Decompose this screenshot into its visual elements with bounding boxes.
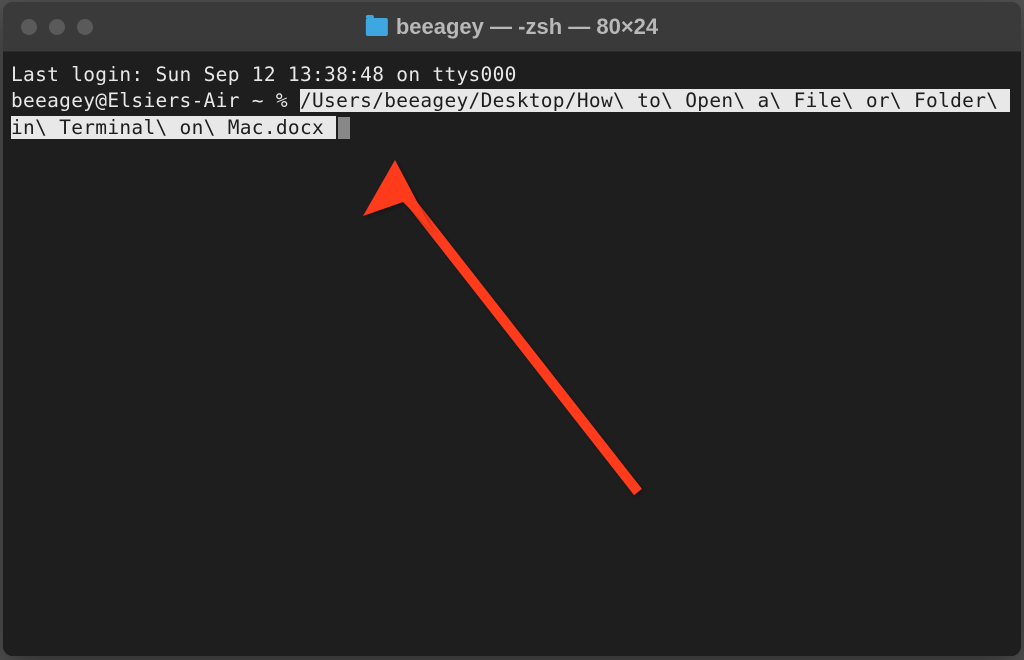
folder-icon <box>366 18 388 36</box>
terminal-body[interactable]: Last login: Sun Sep 12 13:38:48 on ttys0… <box>3 52 1021 656</box>
annotation-arrow <box>333 142 733 502</box>
window-title: beeagey — -zsh — 80×24 <box>396 14 658 40</box>
terminal-window: beeagey — -zsh — 80×24 Last login: Sun S… <box>3 2 1021 656</box>
prompt: beeagey@Elsiers-Air ~ % <box>11 89 300 112</box>
last-login-line: Last login: Sun Sep 12 13:38:48 on ttys0… <box>11 62 1013 88</box>
titlebar[interactable]: beeagey — -zsh — 80×24 <box>3 2 1021 52</box>
minimize-button[interactable] <box>49 19 65 35</box>
traffic-lights <box>3 19 93 35</box>
cursor <box>338 117 350 139</box>
title-center: beeagey — -zsh — 80×24 <box>366 14 658 40</box>
close-button[interactable] <box>21 19 37 35</box>
command-line: beeagey@Elsiers-Air ~ % /Users/beeagey/D… <box>11 88 1013 141</box>
maximize-button[interactable] <box>77 19 93 35</box>
